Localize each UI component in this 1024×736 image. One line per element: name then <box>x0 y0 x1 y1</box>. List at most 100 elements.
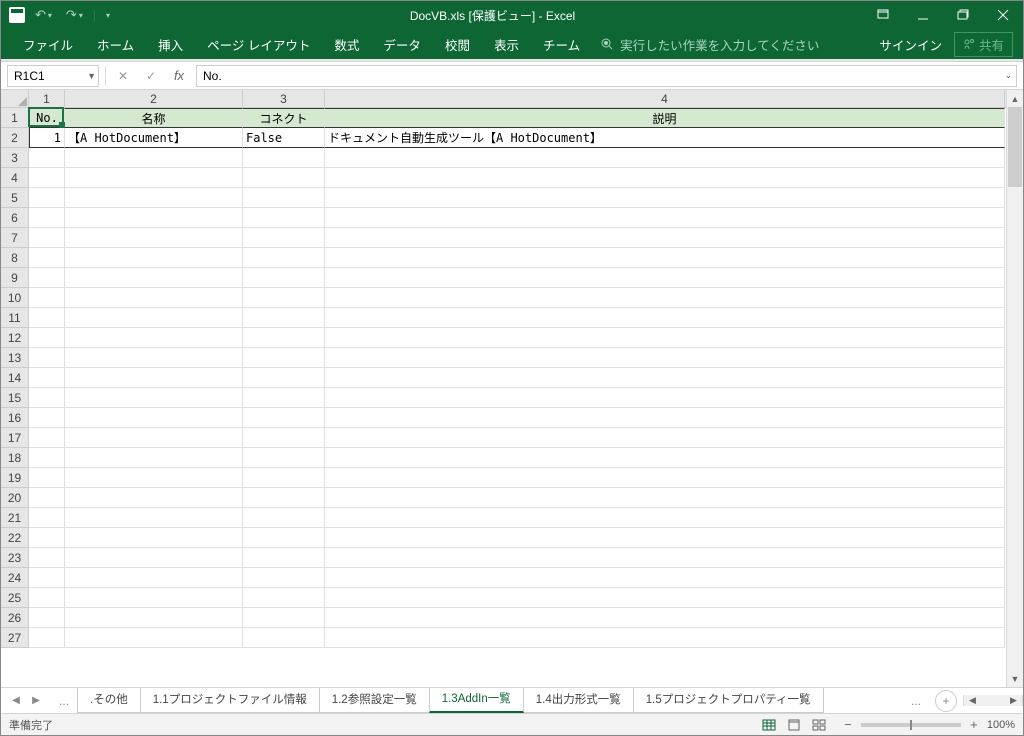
enter-formula-button[interactable]: ✓ <box>140 65 162 87</box>
empty-cell[interactable] <box>65 588 243 608</box>
page-break-view-button[interactable] <box>807 716 831 734</box>
row-header[interactable]: 24 <box>1 568 29 588</box>
column-header[interactable]: 4 <box>325 90 1005 107</box>
empty-cell[interactable] <box>243 628 325 648</box>
empty-cell[interactable] <box>325 428 1005 448</box>
empty-cell[interactable] <box>29 588 65 608</box>
sheet-tab[interactable]: 1.2参照設定一覧 <box>319 688 430 713</box>
empty-cell[interactable] <box>325 268 1005 288</box>
close-button[interactable] <box>983 1 1023 29</box>
sheet-nav-prev[interactable]: ◀ <box>7 692 25 710</box>
empty-cell[interactable] <box>325 228 1005 248</box>
empty-cell[interactable] <box>29 348 65 368</box>
empty-cell[interactable] <box>29 488 65 508</box>
row-header[interactable]: 18 <box>1 448 29 468</box>
zoom-in-button[interactable]: + <box>967 717 981 732</box>
vscroll-track[interactable] <box>1007 107 1023 670</box>
undo-button[interactable]: ↶▾ <box>31 7 56 23</box>
normal-view-button[interactable] <box>757 716 781 734</box>
empty-cell[interactable] <box>29 168 65 188</box>
empty-cell[interactable] <box>65 308 243 328</box>
tab-review[interactable]: 校閲 <box>433 29 482 59</box>
empty-cell[interactable] <box>325 288 1005 308</box>
empty-cell[interactable] <box>29 188 65 208</box>
sheet-tab[interactable]: .その他 <box>77 688 141 713</box>
empty-cell[interactable] <box>243 528 325 548</box>
empty-cell[interactable] <box>243 368 325 388</box>
empty-cell[interactable] <box>65 628 243 648</box>
empty-cell[interactable] <box>65 428 243 448</box>
tab-home[interactable]: ホーム <box>85 29 146 59</box>
empty-cell[interactable] <box>325 328 1005 348</box>
sheet-tab[interactable]: 1.3AddIn一覧 <box>429 688 524 713</box>
row-header[interactable]: 23 <box>1 548 29 568</box>
empty-cell[interactable] <box>325 528 1005 548</box>
empty-cell[interactable] <box>243 448 325 468</box>
empty-cell[interactable] <box>65 528 243 548</box>
row-header[interactable]: 25 <box>1 588 29 608</box>
empty-cell[interactable] <box>29 548 65 568</box>
row-header[interactable]: 17 <box>1 428 29 448</box>
row-header[interactable]: 4 <box>1 168 29 188</box>
row-header[interactable]: 12 <box>1 328 29 348</box>
empty-cell[interactable] <box>325 208 1005 228</box>
empty-cell[interactable] <box>29 408 65 428</box>
empty-cell[interactable] <box>325 408 1005 428</box>
empty-cell[interactable] <box>65 368 243 388</box>
sheet-tab[interactable]: 1.4出力形式一覧 <box>523 688 634 713</box>
insert-function-button[interactable]: fx <box>168 65 190 87</box>
hscroll-right-button[interactable]: ▶ <box>1005 695 1022 706</box>
cells-area[interactable]: No.名称コネクト説明1【A HotDocument】Falseドキュメント自動… <box>29 108 1006 648</box>
tab-file[interactable]: ファイル <box>11 29 85 59</box>
data-cell[interactable]: False <box>243 128 325 148</box>
empty-cell[interactable] <box>65 488 243 508</box>
zoom-slider-thumb[interactable] <box>910 720 912 730</box>
tab-formulas[interactable]: 数式 <box>322 29 371 59</box>
zoom-slider[interactable] <box>861 723 961 727</box>
ribbon-display-button[interactable] <box>863 1 903 29</box>
save-icon[interactable] <box>9 7 25 23</box>
empty-cell[interactable] <box>65 228 243 248</box>
empty-cell[interactable] <box>325 248 1005 268</box>
empty-cell[interactable] <box>65 188 243 208</box>
empty-cell[interactable] <box>65 468 243 488</box>
horizontal-scrollbar[interactable]: ◀ ▶ <box>963 695 1023 706</box>
empty-cell[interactable] <box>29 328 65 348</box>
empty-cell[interactable] <box>65 288 243 308</box>
empty-cell[interactable] <box>29 608 65 628</box>
row-header[interactable]: 7 <box>1 228 29 248</box>
empty-cell[interactable] <box>65 328 243 348</box>
row-header[interactable]: 11 <box>1 308 29 328</box>
tab-team[interactable]: チーム <box>531 29 592 59</box>
data-cell[interactable]: 【A HotDocument】 <box>65 128 243 148</box>
empty-cell[interactable] <box>325 308 1005 328</box>
row-header[interactable]: 22 <box>1 528 29 548</box>
empty-cell[interactable] <box>243 328 325 348</box>
row-header[interactable]: 10 <box>1 288 29 308</box>
row-header[interactable]: 6 <box>1 208 29 228</box>
row-header[interactable]: 27 <box>1 628 29 648</box>
empty-cell[interactable] <box>29 308 65 328</box>
column-header[interactable]: 2 <box>65 90 243 107</box>
data-cell[interactable]: ドキュメント自動生成ツール【A HotDocument】 <box>325 128 1005 148</box>
empty-cell[interactable] <box>243 548 325 568</box>
empty-cell[interactable] <box>325 548 1005 568</box>
tell-me-search[interactable]: 実行したい作業を入力してください <box>600 35 819 54</box>
column-header[interactable]: 1 <box>29 90 65 107</box>
empty-cell[interactable] <box>325 588 1005 608</box>
name-box[interactable]: R1C1 ▼ <box>7 65 99 87</box>
empty-cell[interactable] <box>29 268 65 288</box>
empty-cell[interactable] <box>29 228 65 248</box>
empty-cell[interactable] <box>325 448 1005 468</box>
new-sheet-button[interactable]: + <box>935 690 957 712</box>
empty-cell[interactable] <box>243 168 325 188</box>
row-header[interactable]: 15 <box>1 388 29 408</box>
tab-data[interactable]: データ <box>371 29 433 59</box>
redo-button[interactable]: ↷▾ <box>62 7 87 23</box>
vertical-scrollbar[interactable]: ▲ ▼ <box>1006 90 1023 687</box>
empty-cell[interactable] <box>29 248 65 268</box>
sheet-tabs-ellipsis-right[interactable]: ... <box>903 690 929 712</box>
formula-input[interactable]: No. ⌄ <box>196 65 1017 87</box>
sheet-nav-next[interactable]: ▶ <box>27 692 45 710</box>
minimize-button[interactable] <box>903 1 943 29</box>
